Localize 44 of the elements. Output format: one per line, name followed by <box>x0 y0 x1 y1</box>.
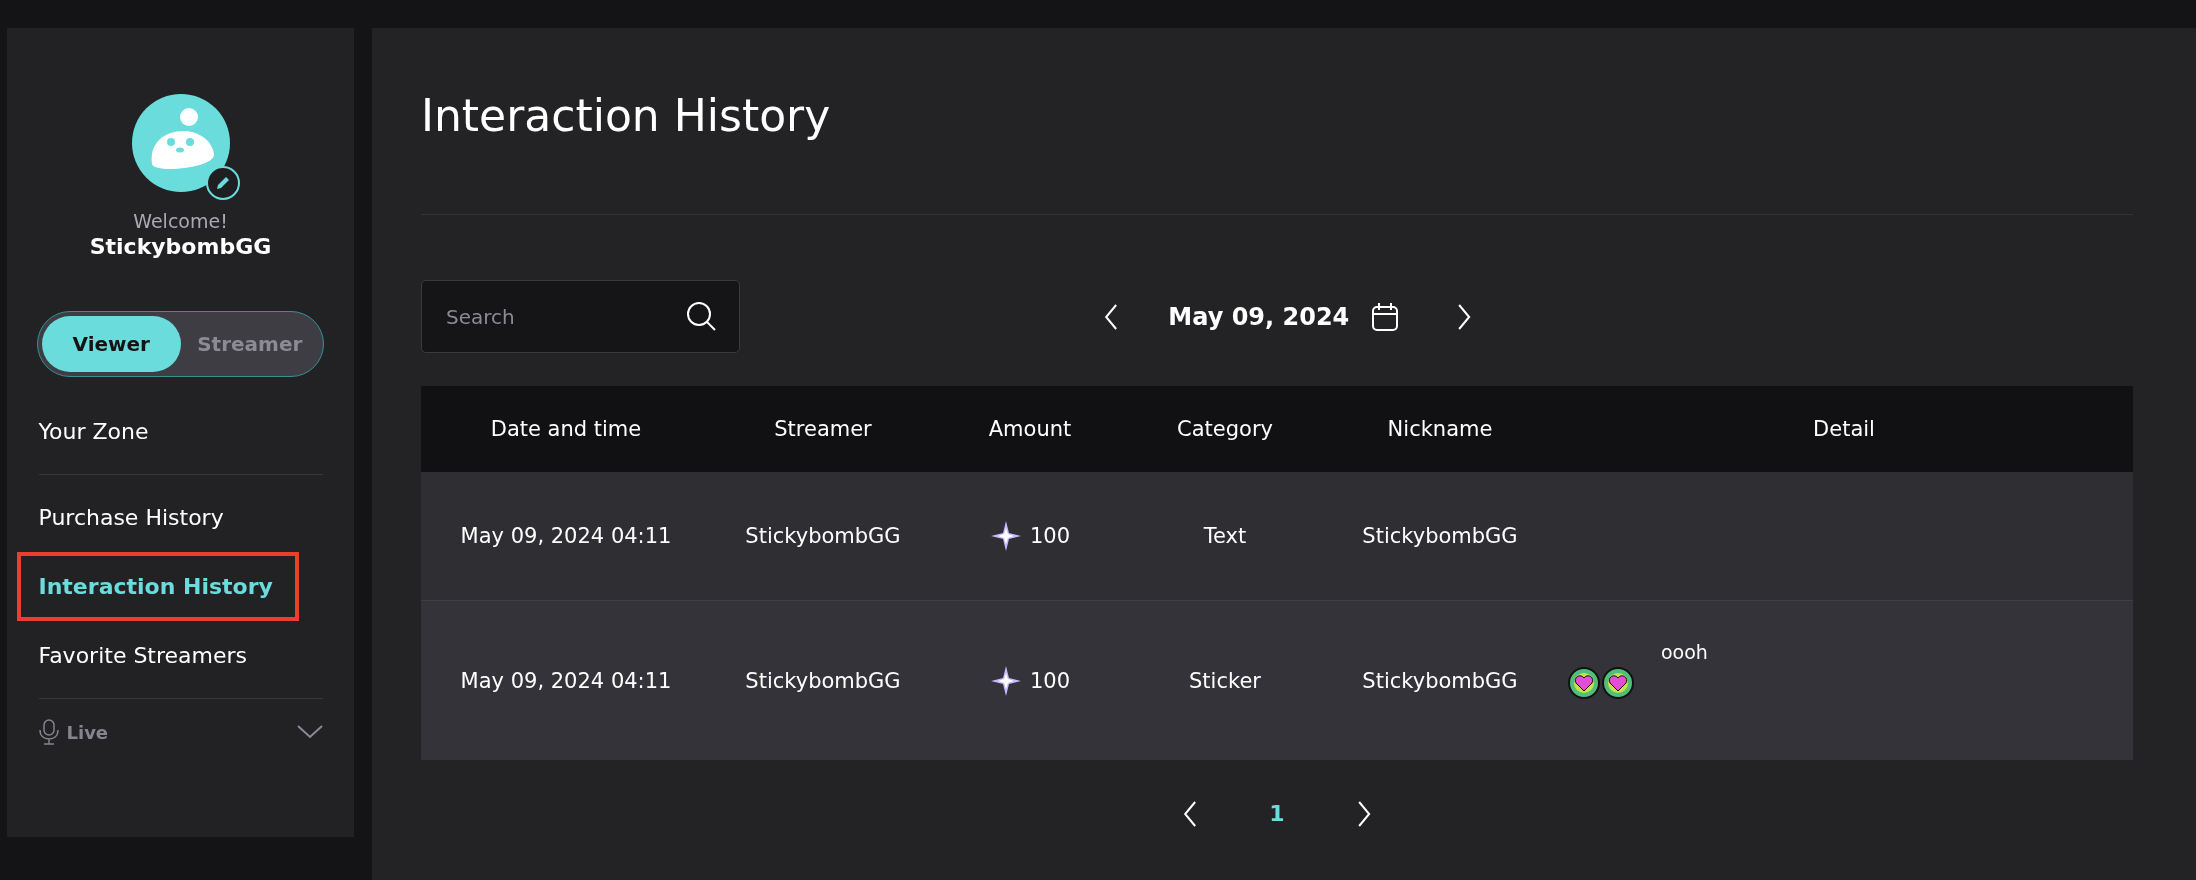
column-header: Detail <box>1555 386 2133 472</box>
date-label: May 09, 2024 <box>1168 302 1350 331</box>
cell-text: StickybombGG <box>745 668 901 693</box>
amount-text: 100 <box>1029 668 1071 693</box>
role-option[interactable]: Viewer <box>42 316 181 372</box>
live-label: Live <box>66 721 109 743</box>
username: StickybombGG <box>89 234 272 259</box>
nav-item[interactable]: Favorite Streamers <box>38 621 248 690</box>
cell-text: May 09, 2024 04:11 <box>460 668 672 693</box>
edit-button[interactable] <box>205 166 240 200</box>
chevron-down-icon <box>296 725 323 739</box>
page-title: Interaction History <box>421 90 832 141</box>
calendar-icon[interactable] <box>1371 301 1400 332</box>
nav-item[interactable]: Interaction History <box>38 556 273 617</box>
previous-date-button[interactable] <box>1104 303 1119 330</box>
column-header: Category <box>1125 386 1325 472</box>
page-number[interactable]: 1 <box>1263 800 1291 827</box>
welcome-text: Welcome! <box>133 210 228 232</box>
column-header: Streamer <box>711 386 935 472</box>
chevron-right-icon <box>1356 800 1371 827</box>
chevron-left-icon <box>1104 303 1119 330</box>
chevron-right-icon <box>1457 303 1472 330</box>
nav-item[interactable]: Purchase History <box>38 483 224 552</box>
previous-page-button[interactable] <box>1183 800 1198 827</box>
cell-text: StickybombGG <box>1362 524 1518 548</box>
pencil-icon <box>214 175 231 191</box>
cell-text: Text <box>1203 524 1247 548</box>
nav-item[interactable]: Your Zone <box>38 397 149 466</box>
cell-text: StickybombGG <box>1362 668 1518 693</box>
detail-text: oooh <box>1661 640 1708 663</box>
column-header: Amount <box>935 386 1125 472</box>
cell-text: StickybombGG <box>745 524 901 548</box>
cell-text: May 09, 2024 04:11 <box>460 524 672 548</box>
microphone-icon <box>38 719 59 745</box>
column-header: Date and time <box>421 386 711 472</box>
next-date-button[interactable] <box>1457 303 1472 330</box>
expand-button[interactable] <box>296 725 323 739</box>
search-icon <box>686 301 716 331</box>
search-field[interactable]: Search <box>421 280 740 353</box>
chevron-left-icon <box>1183 800 1198 827</box>
cell-text: Sticker <box>1189 668 1261 693</box>
column-header: Nickname <box>1325 386 1555 472</box>
next-page-button[interactable] <box>1356 800 1371 827</box>
amount-text: 100 <box>1029 524 1071 548</box>
